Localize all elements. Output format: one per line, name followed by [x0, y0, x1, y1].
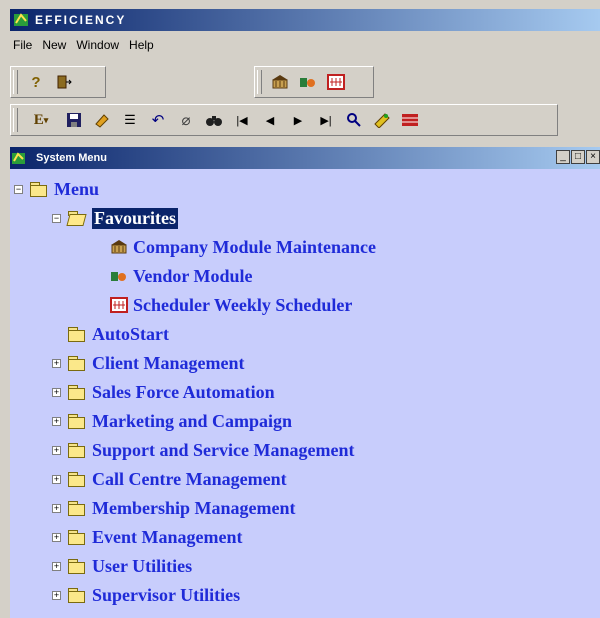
toolbar-grip[interactable]	[13, 70, 18, 94]
folder-icon	[30, 182, 47, 197]
lookup-icon[interactable]	[342, 108, 366, 132]
system-menu-icon	[10, 149, 28, 167]
application-window: EFFICIENCY File New Window Help ? E ▾ ☰ …	[0, 0, 600, 618]
folder-icon	[68, 588, 85, 603]
tree-label[interactable]: Membership Management	[92, 498, 295, 519]
company-icon	[110, 238, 128, 256]
menu-window[interactable]: Window	[73, 38, 126, 52]
clear-icon[interactable]	[90, 108, 114, 132]
tree-node-support-service[interactable]: + Support and Service Management	[52, 437, 355, 463]
toolbar-records: E ▾ ☰ ↶ ⌀ |◀ ◀ ▶ ▶|	[10, 104, 558, 136]
tree-node-favourites[interactable]: − Favourites	[52, 205, 178, 231]
folder-icon	[68, 356, 85, 371]
tree-label[interactable]: AutoStart	[92, 324, 169, 345]
delete-icon[interactable]	[398, 108, 422, 132]
scheduler-icon	[110, 296, 128, 314]
tree-label[interactable]: Scheduler Weekly Scheduler	[133, 295, 352, 316]
tree-node-scheduler[interactable]: Scheduler Weekly Scheduler	[110, 292, 352, 318]
tree-node-menu[interactable]: − Menu	[14, 176, 99, 202]
window-controls: _ □ ×	[555, 150, 600, 164]
tree-label[interactable]: Event Management	[92, 527, 242, 548]
exit-icon[interactable]	[52, 70, 76, 94]
expand-toggle[interactable]: +	[52, 504, 61, 513]
tree-label[interactable]: Supervisor Utilities	[92, 585, 240, 606]
vendor-icon[interactable]	[296, 70, 320, 94]
folder-icon	[68, 443, 85, 458]
last-record-icon[interactable]: ▶|	[314, 108, 338, 132]
toolbar-grip[interactable]	[13, 108, 18, 132]
tree-label[interactable]: User Utilities	[92, 556, 192, 577]
menu-tree: − Menu − Favourites Company Module Maint…	[10, 169, 600, 618]
tree-label[interactable]: Support and Service Management	[92, 440, 355, 461]
expand-toggle[interactable]: +	[52, 446, 61, 455]
company-icon[interactable]	[268, 70, 292, 94]
tree-node-marketing-campaign[interactable]: + Marketing and Campaign	[52, 408, 292, 434]
close-button[interactable]: ×	[586, 150, 600, 164]
toolbar-modules	[254, 66, 374, 98]
toolbar-general: ?	[10, 66, 106, 98]
tree-label[interactable]: Menu	[54, 179, 99, 200]
menu-help[interactable]: Help	[126, 38, 161, 52]
folder-icon	[68, 414, 85, 429]
format-dropdown-icon[interactable]: E ▾	[24, 108, 58, 132]
folder-icon	[68, 501, 85, 516]
scheduler-icon[interactable]	[324, 70, 348, 94]
previous-record-icon[interactable]: ◀	[258, 108, 282, 132]
collapse-toggle[interactable]: −	[14, 185, 23, 194]
toolbar-grip[interactable]	[257, 70, 262, 94]
collapse-toggle[interactable]: −	[52, 214, 61, 223]
menu-bar: File New Window Help	[10, 34, 161, 56]
expand-toggle[interactable]: +	[52, 359, 61, 368]
folder-icon	[68, 559, 85, 574]
tree-node-autostart[interactable]: AutoStart	[52, 321, 169, 347]
expand-toggle[interactable]: +	[52, 533, 61, 542]
tree-node-sales-force-automation[interactable]: + Sales Force Automation	[52, 379, 275, 405]
erase-icon[interactable]: ⌀	[174, 108, 198, 132]
folder-icon	[68, 472, 85, 487]
vendor-icon	[110, 267, 128, 285]
first-record-icon[interactable]: |◀	[230, 108, 254, 132]
find-icon[interactable]	[202, 108, 226, 132]
folder-icon	[68, 385, 85, 400]
tree-label[interactable]: Marketing and Campaign	[92, 411, 292, 432]
menu-new[interactable]: New	[39, 38, 73, 52]
app-title: EFFICIENCY	[35, 13, 127, 27]
expand-toggle[interactable]: +	[52, 562, 61, 571]
expand-toggle[interactable]: +	[52, 475, 61, 484]
maximize-button[interactable]: □	[571, 150, 585, 164]
open-folder-icon	[68, 211, 85, 225]
minimize-button[interactable]: _	[556, 150, 570, 164]
app-title-bar: EFFICIENCY	[10, 9, 600, 31]
tree-label[interactable]: Call Centre Management	[92, 469, 287, 490]
efficiency-logo-icon	[13, 11, 31, 29]
expand-toggle[interactable]: +	[52, 417, 61, 426]
tree-label[interactable]: Company Module Maintenance	[133, 237, 376, 258]
folder-icon	[68, 530, 85, 545]
tree-node-vendor-module[interactable]: Vendor Module	[110, 263, 253, 289]
tree-node-event-management[interactable]: + Event Management	[52, 524, 242, 550]
tree-label[interactable]: Client Management	[92, 353, 244, 374]
system-menu-title: System Menu	[36, 152, 107, 164]
expand-toggle[interactable]: +	[52, 388, 61, 397]
tree-label[interactable]: Vendor Module	[133, 266, 253, 287]
system-menu-title-bar: System Menu _ □ ×	[10, 147, 600, 169]
help-icon[interactable]: ?	[24, 70, 48, 94]
tree-label[interactable]: Sales Force Automation	[92, 382, 275, 403]
folder-icon	[68, 327, 85, 342]
save-icon[interactable]	[62, 108, 86, 132]
tree-node-membership[interactable]: + Membership Management	[52, 495, 295, 521]
undo-icon[interactable]: ↶	[146, 108, 170, 132]
tree-node-user-utilities[interactable]: + User Utilities	[52, 553, 192, 579]
list-icon[interactable]: ☰	[118, 108, 142, 132]
menu-file[interactable]: File	[10, 38, 39, 52]
tree-node-company-module[interactable]: Company Module Maintenance	[110, 234, 376, 260]
tree-node-client-management[interactable]: + Client Management	[52, 350, 244, 376]
tree-node-supervisor-utilities[interactable]: + Supervisor Utilities	[52, 582, 240, 608]
attach-icon[interactable]	[370, 108, 394, 132]
tree-label[interactable]: Favourites	[92, 207, 178, 229]
expand-toggle[interactable]: +	[52, 591, 61, 600]
tree-node-call-centre[interactable]: + Call Centre Management	[52, 466, 287, 492]
next-record-icon[interactable]: ▶	[286, 108, 310, 132]
